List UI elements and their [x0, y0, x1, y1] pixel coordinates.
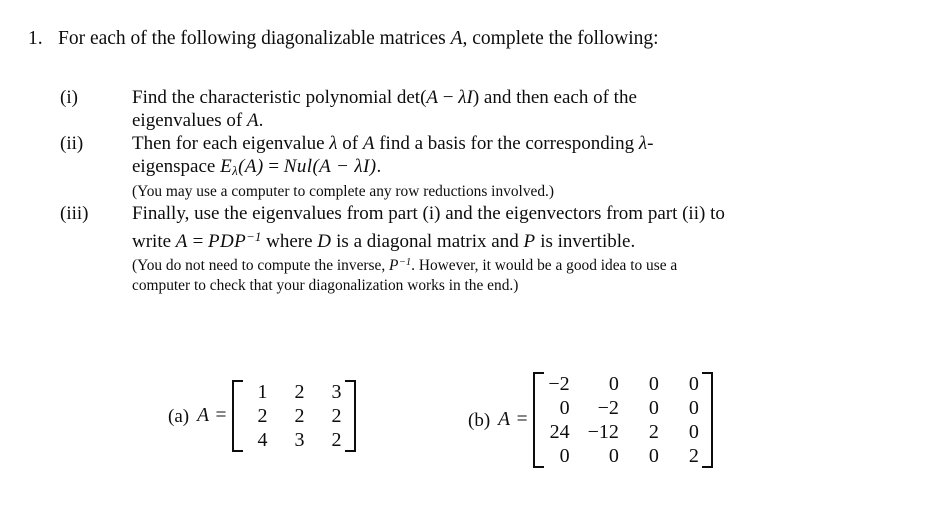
problem-statement: 1. For each of the following diagonaliza…: [28, 26, 908, 52]
subitem-i-line-2: eigenvalues of A.: [132, 110, 264, 131]
matrix-b-brackets: −2 0 0 0 0 −2 0 0 24 −12 2 0 0 0 0 2: [532, 372, 713, 468]
matrix-b-cell: −2: [548, 373, 570, 395]
matrix-a-brackets: 1 2 3 2 2 2 4 3 2: [231, 380, 356, 452]
matrix-a-cell: 2: [331, 429, 342, 451]
matrix-b-cell: 0: [559, 445, 570, 467]
matrix-a-cell: 2: [294, 381, 305, 403]
left-bracket-icon: [231, 380, 243, 452]
table-row: 2 2 2: [243, 404, 345, 428]
subitem-ii: (ii) Then for each eigenvalue λ of A fin…: [60, 132, 920, 202]
matrix-a-cell: 2: [331, 405, 342, 427]
matrix-b-label: (b): [468, 409, 491, 431]
matrix-b-equation: A =: [498, 409, 529, 430]
table-row: 0 0 0 2: [544, 444, 702, 468]
subitem-iii-note-1: (You do not need to compute the inverse,…: [132, 257, 678, 275]
matrix-b-cell: −2: [597, 397, 619, 419]
table-row: −2 0 0 0: [544, 372, 702, 396]
matrix-a-table: 1 2 3 2 2 2 4 3 2: [243, 380, 345, 452]
matrix-b-cell: 0: [608, 445, 619, 467]
table-row: 1 2 3: [243, 380, 345, 404]
subitem-i: (i) Find the characteristic polynomial d…: [60, 86, 920, 132]
right-bracket-icon: [344, 380, 356, 452]
matrix-a-label: (a): [168, 405, 190, 427]
matrix-b-cell: 0: [559, 397, 570, 419]
subitem-ii-line-1: Then for each eigenvalue λ of A find a b…: [132, 133, 654, 154]
matrix-b: (b) A = −2 0 0 0 0 −2 0 0 24 −12 2 0 0 0…: [468, 372, 713, 468]
matrix-b-cell: 2: [648, 421, 659, 443]
subitem-i-label: (i): [60, 87, 78, 108]
subitem-ii-body: Then for each eigenvalue λ of A find a b…: [132, 132, 920, 202]
matrix-b-cell: 2: [688, 445, 699, 467]
matrix-row: (a) A = 1 2 3 2 2 2 4 3 2 (b) A = −2 0 0…: [0, 372, 931, 492]
subitem-iii-line-1: Finally, use the eigenvalues from part (…: [132, 202, 725, 224]
subitem-ii-line-2: eigenspace Eλ(A) = Nul(A − λI).: [132, 156, 382, 178]
left-bracket-icon: [532, 372, 544, 468]
subitem-ii-note-1: (You may use a computer to complete any …: [132, 182, 555, 200]
matrix-a-cell: 3: [294, 429, 305, 451]
matrix-b-cell: 0: [648, 373, 659, 395]
matrix-b-table: −2 0 0 0 0 −2 0 0 24 −12 2 0 0 0 0 2: [544, 372, 702, 468]
subitem-iii-label: (iii): [60, 202, 89, 224]
subitem-iii-line-2: write A = PDP−1 where D is a diagonal ma…: [132, 228, 636, 253]
document-page: 1. For each of the following diagonaliza…: [0, 0, 931, 521]
matrix-a-cell: 2: [294, 405, 305, 427]
subitem-i-body: Find the characteristic polynomial det(A…: [132, 86, 920, 132]
matrix-a: (a) A = 1 2 3 2 2 2 4 3 2: [168, 380, 356, 452]
matrix-b-cell: 24: [549, 421, 570, 443]
subitem-list: (i) Find the characteristic polynomial d…: [60, 86, 920, 296]
subitem-iii: (iii) Finally, use the eigenvalues from …: [60, 202, 920, 296]
matrix-a-cell: 1: [257, 381, 268, 403]
table-row: 0 −2 0 0: [544, 396, 702, 420]
matrix-a-cell: 2: [257, 405, 268, 427]
subitem-iii-note-2: computer to check that your diagonalizat…: [132, 277, 519, 295]
matrix-a-cell: 3: [331, 381, 342, 403]
problem-number: 1.: [28, 28, 43, 49]
table-row: 4 3 2: [243, 428, 345, 452]
matrix-b-cell: 0: [688, 421, 699, 443]
problem-text: For each of the following diagonalizable…: [58, 28, 659, 49]
matrix-a-cell: 4: [257, 429, 268, 451]
right-bracket-icon: [701, 372, 713, 468]
matrix-b-cell: 0: [688, 397, 699, 419]
subitem-i-line-1: Find the characteristic polynomial det(A…: [132, 87, 637, 108]
matrix-b-cell: 0: [688, 373, 699, 395]
matrix-b-cell: 0: [608, 373, 619, 395]
matrix-b-cell: 0: [648, 397, 659, 419]
matrix-b-cell: 0: [648, 445, 659, 467]
subitem-iii-body: Finally, use the eigenvalues from part (…: [132, 202, 920, 296]
table-row: 24 −12 2 0: [544, 420, 702, 444]
matrix-b-cell: −12: [587, 421, 619, 443]
subitem-ii-label: (ii): [60, 133, 84, 154]
matrix-a-equation: A =: [197, 405, 228, 426]
